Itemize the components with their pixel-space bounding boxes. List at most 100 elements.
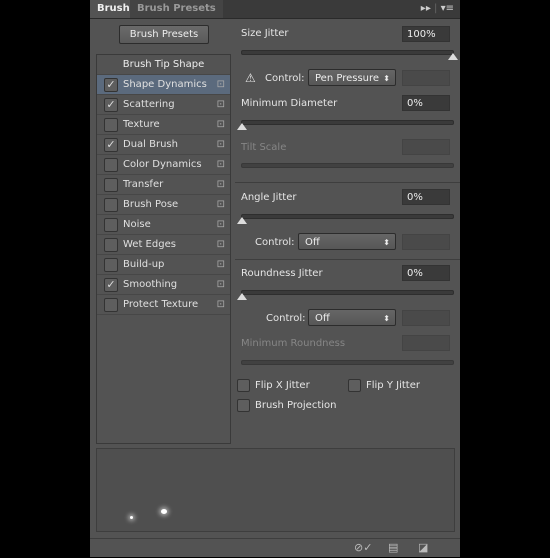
panel-menu-icon[interactable]: ▾≡ [441, 3, 454, 14]
toggle-live-tip-icon[interactable]: ⊘✓ [354, 541, 372, 554]
updown-icon: ⬍ [383, 314, 390, 323]
divider [235, 182, 460, 183]
list-item-label: Noise [123, 219, 151, 230]
checkbox[interactable]: ✓ [104, 278, 118, 292]
control-select-size[interactable]: Pen Pressure ⬍ [308, 69, 396, 86]
list-item-label: Build-up [123, 259, 165, 270]
control-value: Off [305, 237, 320, 248]
list-item-label: Wet Edges [123, 239, 176, 250]
list-item[interactable]: ✓ Scattering ⊡ [97, 95, 230, 115]
brush-grid-icon[interactable]: ▤ [388, 541, 398, 554]
brush-panel: Brush Brush Presets ▸▸ | ▾≡ Brush Preset… [90, 0, 460, 557]
brush-tip-shape-item[interactable]: Brush Tip Shape [97, 55, 230, 75]
control-select-angle[interactable]: Off ⬍ [298, 233, 396, 250]
checkbox[interactable] [104, 118, 118, 132]
bottom-toolbar: ⊘✓ ▤ ◪ [90, 538, 460, 558]
roundness-jitter-slider[interactable] [237, 290, 454, 300]
lock-icon[interactable]: ⊡ [217, 275, 225, 294]
list-item[interactable]: Build-up ⊡ [97, 255, 230, 275]
lock-icon[interactable]: ⊡ [217, 215, 225, 234]
checkbox[interactable] [104, 298, 118, 312]
flip-x-checkbox[interactable] [237, 379, 250, 392]
angle-jitter-label: Angle Jitter [241, 192, 297, 203]
list-item[interactable]: Brush Pose ⊡ [97, 195, 230, 215]
checkbox[interactable] [104, 238, 118, 252]
slider-thumb[interactable] [237, 293, 247, 300]
min-diameter-label: Minimum Diameter [241, 98, 338, 109]
flip-x-label: Flip X Jitter [255, 380, 310, 391]
updown-icon: ⬍ [383, 74, 390, 83]
divider [235, 259, 460, 260]
list-item[interactable]: Protect Texture ⊡ [97, 295, 230, 315]
tilt-scale-slider [241, 163, 454, 168]
collapse-icon[interactable]: ▸▸ [421, 3, 431, 14]
slider-thumb[interactable] [237, 217, 247, 224]
list-item-label: Protect Texture [123, 299, 199, 310]
list-item[interactable]: ✓ Dual Brush ⊡ [97, 135, 230, 155]
list-item[interactable]: Wet Edges ⊡ [97, 235, 230, 255]
size-jitter-label: Size Jitter [241, 28, 289, 39]
control-label: Control: [255, 237, 295, 248]
lock-icon[interactable]: ⊡ [217, 195, 225, 214]
create-new-brush-icon[interactable]: ◪ [418, 541, 428, 554]
list-item-label: Smoothing [123, 279, 178, 290]
list-item-label: Color Dynamics [123, 159, 202, 170]
min-diameter-slider[interactable] [237, 120, 454, 130]
lock-icon[interactable]: ⊡ [217, 175, 225, 194]
checkbox[interactable] [104, 158, 118, 172]
lock-icon[interactable]: ⊡ [217, 155, 225, 174]
roundness-jitter-label: Roundness Jitter [241, 268, 323, 279]
list-item[interactable]: Noise ⊡ [97, 215, 230, 235]
min-diameter-field[interactable]: 0% [402, 95, 450, 111]
slider-thumb[interactable] [237, 123, 247, 130]
tab-bar: Brush Brush Presets ▸▸ | ▾≡ [90, 0, 460, 19]
lock-icon[interactable]: ⊡ [217, 295, 225, 314]
size-jitter-slider[interactable] [241, 50, 458, 60]
angle-jitter-slider[interactable] [237, 214, 454, 224]
checkbox[interactable] [104, 258, 118, 272]
control-empty-field [402, 310, 450, 326]
list-item-label: Dual Brush [123, 139, 178, 150]
checkbox[interactable]: ✓ [104, 98, 118, 112]
min-roundness-label: Minimum Roundness [241, 338, 346, 349]
control-select-roundness[interactable]: Off ⬍ [308, 309, 396, 326]
checkbox[interactable] [104, 178, 118, 192]
list-item[interactable]: Texture ⊡ [97, 115, 230, 135]
control-label: Control: [266, 313, 306, 324]
angle-jitter-field[interactable]: 0% [402, 189, 450, 205]
checkbox[interactable] [104, 218, 118, 232]
brush-settings-list: Brush Tip Shape ✓ Shape Dynamics ⊡ ✓ Scatter… [96, 54, 231, 444]
min-roundness-slider [241, 360, 454, 365]
control-empty-field [402, 70, 450, 86]
list-item-label: Texture [123, 119, 160, 130]
roundness-jitter-field[interactable]: 0% [402, 265, 450, 281]
list-item[interactable]: ✓ Smoothing ⊡ [97, 275, 230, 295]
tilt-scale-field [402, 139, 450, 155]
control-label: Control: [265, 73, 305, 84]
list-item-label: Transfer [123, 179, 164, 190]
tilt-scale-label: Tilt Scale [241, 142, 287, 153]
slider-thumb[interactable] [448, 53, 458, 60]
flip-y-checkbox[interactable] [348, 379, 361, 392]
list-item[interactable]: Transfer ⊡ [97, 175, 230, 195]
control-empty-field [402, 234, 450, 250]
lock-icon[interactable]: ⊡ [217, 75, 225, 94]
flip-y-label: Flip Y Jitter [366, 380, 420, 391]
tab-brush-presets[interactable]: Brush Presets [130, 0, 223, 18]
brush-presets-button[interactable]: Brush Presets [119, 25, 209, 44]
list-item-label: Brush Pose [123, 199, 179, 210]
checkbox[interactable]: ✓ [104, 138, 118, 152]
lock-icon[interactable]: ⊡ [217, 95, 225, 114]
list-item[interactable]: ✓ Shape Dynamics ⊡ [97, 75, 230, 95]
checkbox[interactable] [104, 198, 118, 212]
lock-icon[interactable]: ⊡ [217, 115, 225, 134]
lock-icon[interactable]: ⊡ [217, 235, 225, 254]
lock-icon[interactable]: ⊡ [217, 255, 225, 274]
checkbox[interactable]: ✓ [104, 78, 118, 92]
brush-stroke-dot [161, 509, 167, 514]
list-item[interactable]: Color Dynamics ⊡ [97, 155, 230, 175]
warning-icon: ⚠ [245, 71, 256, 85]
size-jitter-field[interactable]: 100% [402, 26, 450, 42]
lock-icon[interactable]: ⊡ [217, 135, 225, 154]
brush-projection-checkbox[interactable] [237, 399, 250, 412]
